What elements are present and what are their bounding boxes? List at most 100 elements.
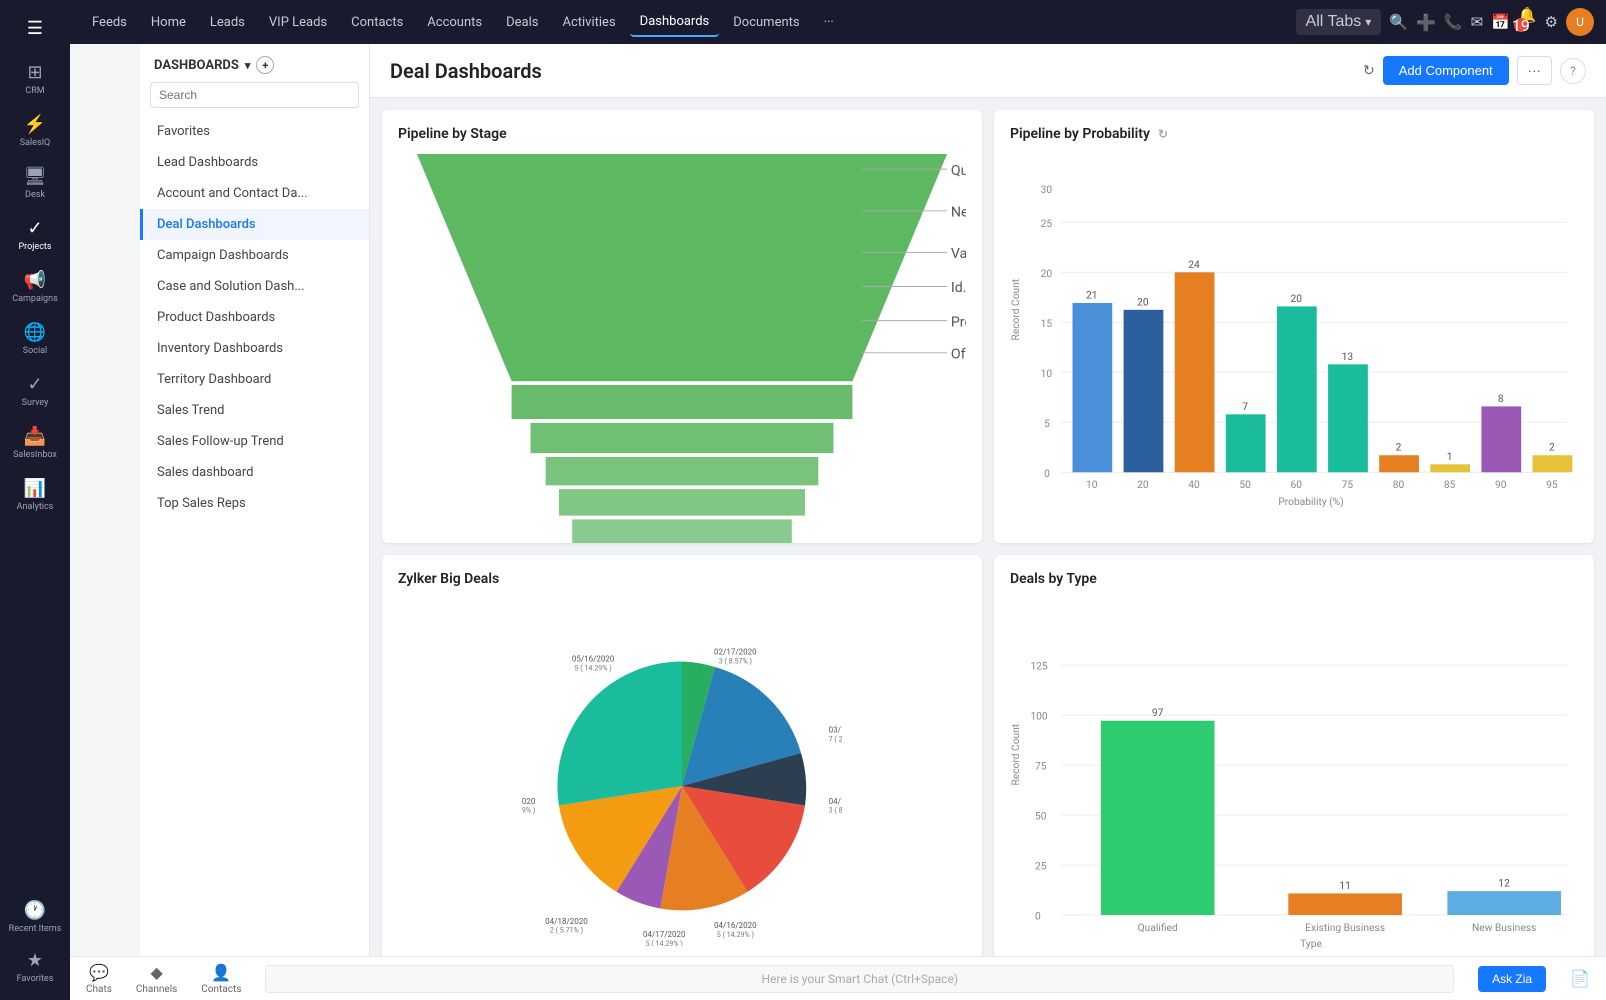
svg-text:7: 7 [1242, 402, 1248, 413]
sidebar-item-deal-dashboards[interactable]: Deal Dashboards [140, 209, 369, 240]
smart-chat-input[interactable]: Here is your Smart Chat (Ctrl+Space) [265, 965, 1454, 993]
avatar[interactable]: U [1566, 8, 1594, 36]
sidebar-item-product-dashboards[interactable]: Product Dashboards [140, 302, 369, 333]
svg-text:Needs Analysis: Needs Analysis [951, 204, 966, 220]
svg-text:1: 1 [1447, 452, 1453, 463]
deals-type-title: Deals by Type [1010, 571, 1578, 587]
sidebar-item-top-sales-reps[interactable]: Top Sales Reps [140, 488, 369, 519]
deals-type-svg: Record Count 0 25 50 75 100 125 [1010, 599, 1578, 972]
nav-item-favorites[interactable]: ★ Favorites [0, 942, 70, 992]
all-tabs-button[interactable]: All Tabs ▾ [1296, 9, 1382, 35]
sidebar-item-sales-trend[interactable]: Sales Trend [140, 395, 369, 426]
svg-text:0: 0 [1035, 912, 1041, 923]
nav-item-salesinbox[interactable]: 📥 SalesInbox [0, 418, 70, 468]
salesiq-icon: ⚡ [24, 114, 46, 135]
add-component-button[interactable]: Add Component [1383, 56, 1509, 85]
search-area [140, 82, 369, 116]
bottom-bar: 💬 Chats ◆ Channels 👤 Contacts Here is yo… [70, 956, 1606, 1000]
svg-text:75: 75 [1342, 480, 1354, 491]
svg-text:20: 20 [1137, 297, 1149, 308]
nav-deals[interactable]: Deals [496, 9, 548, 36]
svg-text:Id. Decision Makers: Id. Decision Makers [951, 280, 966, 296]
svg-text:13: 13 [1342, 352, 1354, 363]
svg-text:7 ( 20.00% ): 7 ( 20.00% ) [829, 734, 842, 743]
pipeline-probability-title: Pipeline by Probability ↻ [1010, 126, 1578, 142]
nav-activities[interactable]: Activities [552, 9, 625, 36]
sidebar-item-campaign-dashboards[interactable]: Campaign Dashboards [140, 240, 369, 271]
svg-text:Value Proposition: Value Proposition [951, 246, 966, 262]
phone-icon[interactable]: 📞 [1444, 13, 1463, 31]
svg-text:97: 97 [1152, 708, 1164, 719]
sidebar-item-favorites[interactable]: Favorites [140, 116, 369, 147]
svg-text:5 ( 14.29% ): 5 ( 14.29% ) [646, 939, 683, 946]
nav-item-salesiq[interactable]: ⚡ SalesIQ [0, 106, 70, 156]
sidebar-item-case-solution[interactable]: Case and Solution Dash... [140, 271, 369, 302]
calendar-icon[interactable]: 📅 [1491, 13, 1510, 31]
settings-icon[interactable]: ⚙ [1545, 13, 1558, 31]
nav-vip-leads[interactable]: VIP Leads [259, 9, 337, 36]
nav-contacts[interactable]: Contacts [341, 9, 413, 36]
ask-zia-button[interactable]: Ask Zia [1478, 966, 1546, 992]
sidebar-item-inventory-dashboards[interactable]: Inventory Dashboards [140, 333, 369, 364]
nav-documents[interactable]: Documents [723, 9, 809, 36]
funnel-svg: Qualification Needs Analysis Value Propo… [398, 154, 966, 543]
refresh-icon[interactable]: ↻ [1363, 63, 1375, 79]
more-options-button[interactable]: ··· [1517, 56, 1552, 85]
svg-text:3 ( 8.57% ): 3 ( 8.57% ) [719, 656, 752, 665]
nav-item-social[interactable]: 🌐 Social [0, 314, 70, 364]
main-area: DASHBOARDS ▾ + Favorites Lead Dashboards… [140, 44, 1606, 1000]
svg-text:02/17/2020: 02/17/2020 [714, 647, 757, 656]
sidebar-item-account-contact[interactable]: Account and Contact Da... [140, 178, 369, 209]
sidebar-item-lead-dashboards[interactable]: Lead Dashboards [140, 147, 369, 178]
nav-more[interactable]: ··· [814, 9, 844, 36]
svg-text:Offer a Discount: Offer a Discount [951, 346, 966, 362]
svg-text:20: 20 [1291, 294, 1303, 305]
page-title: Deal Dashboards [390, 59, 1363, 83]
top-nav-actions: All Tabs ▾ 🔍 ➕ 📞 ✉ 📅 🔔 19 ⚙ U [1296, 6, 1594, 38]
nav-item-desk[interactable]: 🖥 Desk [0, 158, 70, 208]
nav-feeds[interactable]: Feeds [82, 9, 137, 36]
nav-accounts[interactable]: Accounts [417, 9, 492, 36]
bottom-contacts[interactable]: 👤 Contacts [201, 963, 241, 995]
sidebar-list: Favorites Lead Dashboards Account and Co… [140, 116, 369, 959]
crm-icon: ⊞ [27, 62, 42, 83]
add-dashboard-icon[interactable]: + [256, 56, 274, 74]
desk-icon: 🖥 [24, 166, 47, 187]
sidebar-item-territory-dashboard[interactable]: Territory Dashboard [140, 364, 369, 395]
svg-text:2: 2 [1549, 443, 1555, 454]
bottom-chats[interactable]: 💬 Chats [86, 963, 112, 995]
nav-item-campaigns[interactable]: 📢 Campaigns [0, 262, 70, 312]
dropdown-icon[interactable]: ▾ [245, 59, 251, 72]
mail-icon[interactable]: ✉ [1471, 13, 1484, 31]
nav-leads[interactable]: Leads [200, 9, 255, 36]
sidebar-item-sales-dashboard[interactable]: Sales dashboard [140, 457, 369, 488]
nav-item-analytics[interactable]: 📊 Analytics [0, 470, 70, 520]
projects-icon: ✓ [27, 218, 42, 239]
nav-home[interactable]: Home [141, 9, 196, 36]
search-icon[interactable]: 🔍 [1389, 13, 1408, 31]
svg-text:5: 5 [1044, 419, 1050, 430]
nav-item-crm[interactable]: ⊞ CRM [0, 54, 70, 104]
nav-item-recent[interactable]: 🕐 Recent Items [0, 892, 70, 942]
svg-text:50: 50 [1239, 480, 1251, 491]
pipeline-stage-title: Pipeline by Stage [398, 126, 966, 142]
nav-dashboards[interactable]: Dashboards [630, 8, 720, 37]
nav-item-projects[interactable]: ✓ Projects [0, 210, 70, 260]
svg-text:125: 125 [1030, 662, 1047, 673]
pie-chart-svg: 02/17/2020 3 ( 8.57% ) 03/19/2020 7 ( 20… [522, 626, 842, 946]
recent-icon: 🕐 [24, 900, 46, 921]
bottom-channels[interactable]: ◆ Channels [136, 963, 177, 995]
svg-text:Existing Business: Existing Business [1305, 923, 1385, 934]
nav-item-survey[interactable]: ✓ Survey [0, 366, 70, 416]
sidebar-item-sales-followup[interactable]: Sales Follow-up Trend [140, 426, 369, 457]
search-input[interactable] [150, 82, 359, 108]
dashboard-grid: Pipeline by Stage [370, 98, 1606, 1000]
prob-refresh-icon[interactable]: ↻ [1158, 127, 1168, 141]
favorites-icon: ★ [27, 950, 43, 971]
add-icon[interactable]: ➕ [1416, 13, 1436, 32]
svg-text:New Business: New Business [1472, 923, 1536, 934]
zylker-big-deals-card: Zylker Big Deals [382, 555, 982, 988]
sidebar-logo[interactable]: ☰ [0, 8, 70, 48]
help-button[interactable]: ? [1560, 58, 1586, 84]
bottom-doc-icon[interactable]: 📄 [1570, 969, 1590, 988]
